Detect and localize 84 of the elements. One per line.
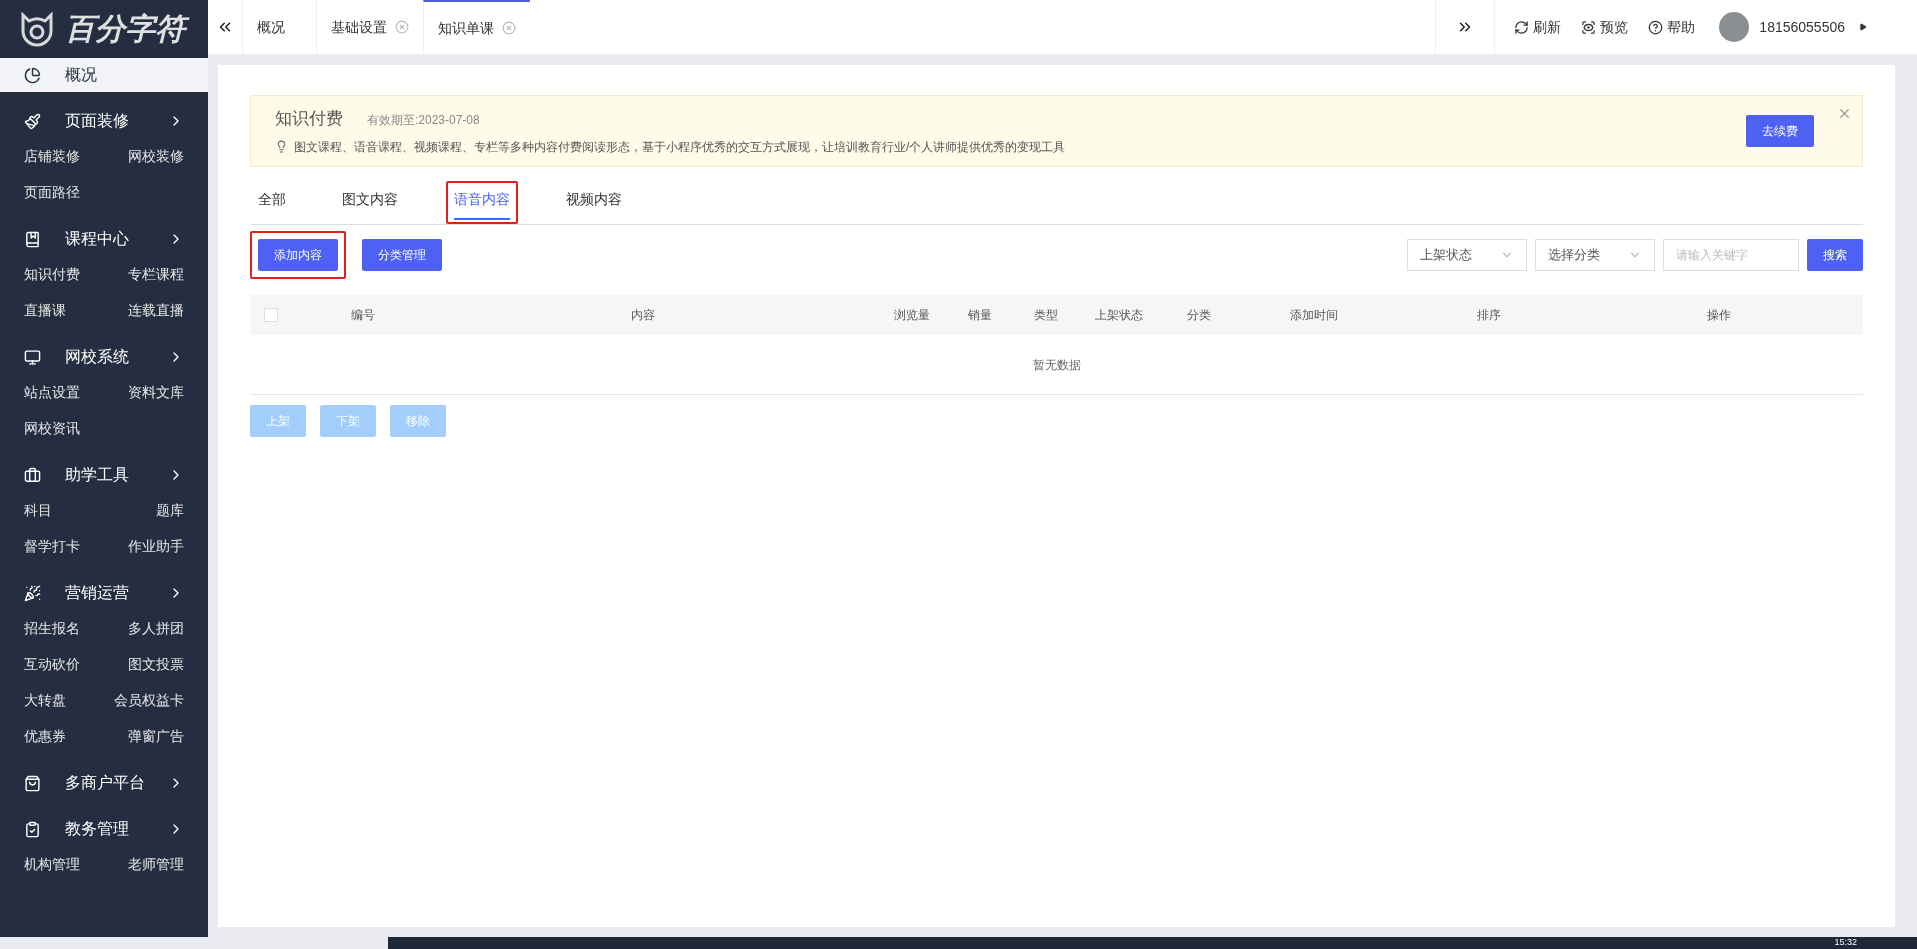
sidebar-item[interactable]: 网校系统 [0, 340, 208, 374]
column-header: 操作 [1707, 308, 1731, 322]
submenu-link[interactable]: 资料文库 [128, 374, 184, 410]
lightbulb-icon [275, 140, 288, 154]
action-button[interactable]: 分类管理 [362, 239, 442, 271]
content-tab[interactable]: 语音内容 [454, 189, 510, 220]
sidebar-item[interactable]: 课程中心 [0, 222, 208, 256]
menu-icon [24, 466, 41, 484]
select-all-checkbox[interactable] [264, 308, 278, 322]
menu-icon [24, 348, 41, 366]
close-icon[interactable] [395, 20, 409, 34]
content-tab[interactable]: 视频内容 [566, 189, 622, 220]
search-button[interactable]: 搜索 [1807, 239, 1863, 271]
menu-icon [24, 112, 41, 130]
submenu-link[interactable]: 页面路径 [24, 174, 104, 210]
menu-icon [24, 584, 41, 602]
sidebar-item[interactable]: 营销运营 [0, 576, 208, 610]
column-header: 排序 [1477, 308, 1501, 322]
menu-icon [24, 820, 41, 838]
preview-icon [1581, 19, 1597, 35]
submenu-link[interactable]: 网校资讯 [24, 410, 104, 446]
close-icon[interactable] [502, 21, 516, 35]
sidebar-item[interactable]: 多商户平台 [0, 766, 208, 800]
submenu-link[interactable]: 优惠券 [24, 718, 104, 754]
column-header: 销量 [968, 308, 992, 322]
submenu-link[interactable]: 店铺装修 [24, 138, 104, 174]
sidebar-item[interactable]: 概况 [0, 58, 208, 92]
avatar [1719, 12, 1750, 42]
close-icon[interactable] [1837, 106, 1852, 121]
toolbar-button[interactable]: 刷新 [1514, 16, 1562, 38]
sidebar-item[interactable]: 助学工具 [0, 458, 208, 492]
filter-select[interactable]: 上架状态 [1407, 239, 1527, 271]
column-header: 编号 [351, 308, 375, 322]
logo-text: 百分字符 [65, 9, 191, 49]
submenu-link[interactable]: 督学打卡 [24, 528, 104, 564]
content-tab[interactable]: 全部 [258, 189, 286, 220]
column-header: 上架状态 [1095, 308, 1143, 322]
page-tab[interactable]: 概况 [242, 0, 316, 54]
submenu-link[interactable]: 图文投票 [128, 646, 184, 682]
submenu-link[interactable]: 老师管理 [128, 846, 184, 882]
user-phone[interactable]: 18156055506 [1759, 16, 1845, 38]
submenu-link[interactable]: 作业助手 [128, 528, 184, 564]
expiry-date: 有效期至:2023-07-08 [367, 112, 480, 130]
banner-description: 图文课程、语音课程、视频课程、专栏等多种内容付费阅读形态，基于小程序优秀的交互方式展现，让培训教育行业/个人讲师提供优秀的变现工具 [294, 138, 1066, 156]
submenu-link[interactable]: 连载直播 [128, 292, 184, 328]
clock-time: 15:32 [1834, 937, 1857, 947]
filter-select[interactable]: 选择分类 [1535, 239, 1655, 271]
submenu-link[interactable]: 招生报名 [24, 610, 104, 646]
sidebar-item[interactable]: 页面装修 [0, 104, 208, 138]
submenu-link[interactable]: 多人拼团 [128, 610, 184, 646]
submenu-link[interactable]: 专栏课程 [128, 256, 184, 292]
column-header: 添加时间 [1290, 308, 1338, 322]
column-header: 分类 [1187, 308, 1211, 322]
content-tab[interactable]: 图文内容 [342, 189, 398, 220]
page-tab[interactable]: 基础设置 [316, 0, 423, 54]
submenu-link[interactable]: 机构管理 [24, 846, 104, 882]
renew-button[interactable]: 去续费 [1746, 115, 1814, 147]
column-header: 类型 [1034, 308, 1058, 322]
submenu-link[interactable]: 科目 [24, 492, 104, 528]
submenu-link[interactable]: 站点设置 [24, 374, 104, 410]
submenu-link[interactable]: 网校装修 [128, 138, 184, 174]
keyword-search-field[interactable]: 请输入关键字 [1663, 239, 1799, 271]
submenu-link[interactable]: 知识付费 [24, 256, 104, 292]
menu-icon [24, 230, 41, 248]
submenu-link[interactable]: 大转盘 [24, 682, 104, 718]
toolbar-button[interactable]: 帮助 [1648, 16, 1696, 38]
submenu-link[interactable]: 直播课 [24, 292, 104, 328]
refresh-icon [1514, 19, 1530, 35]
submenu-link[interactable]: 题库 [156, 492, 184, 528]
submenu-link[interactable]: 弹窗广告 [128, 718, 184, 754]
submenu-link[interactable]: 会员权益卡 [114, 682, 184, 718]
page-tab[interactable]: 知识单课 [423, 0, 530, 54]
column-header: 内容 [630, 308, 655, 322]
menu-icon [24, 66, 41, 84]
caret-icon [1859, 23, 1867, 31]
empty-message: 暂无数据 [1032, 356, 1081, 374]
sidebar-item[interactable]: 教务管理 [0, 812, 208, 846]
toolbar-button[interactable]: 预览 [1581, 16, 1629, 38]
action-button[interactable]: 添加内容 [258, 239, 338, 271]
banner-title: 知识付费 [275, 108, 343, 131]
help-icon [1648, 19, 1664, 35]
menu-icon [24, 774, 41, 792]
column-header: 浏览量 [894, 308, 930, 322]
submenu-link[interactable]: 互动砍价 [24, 646, 104, 682]
